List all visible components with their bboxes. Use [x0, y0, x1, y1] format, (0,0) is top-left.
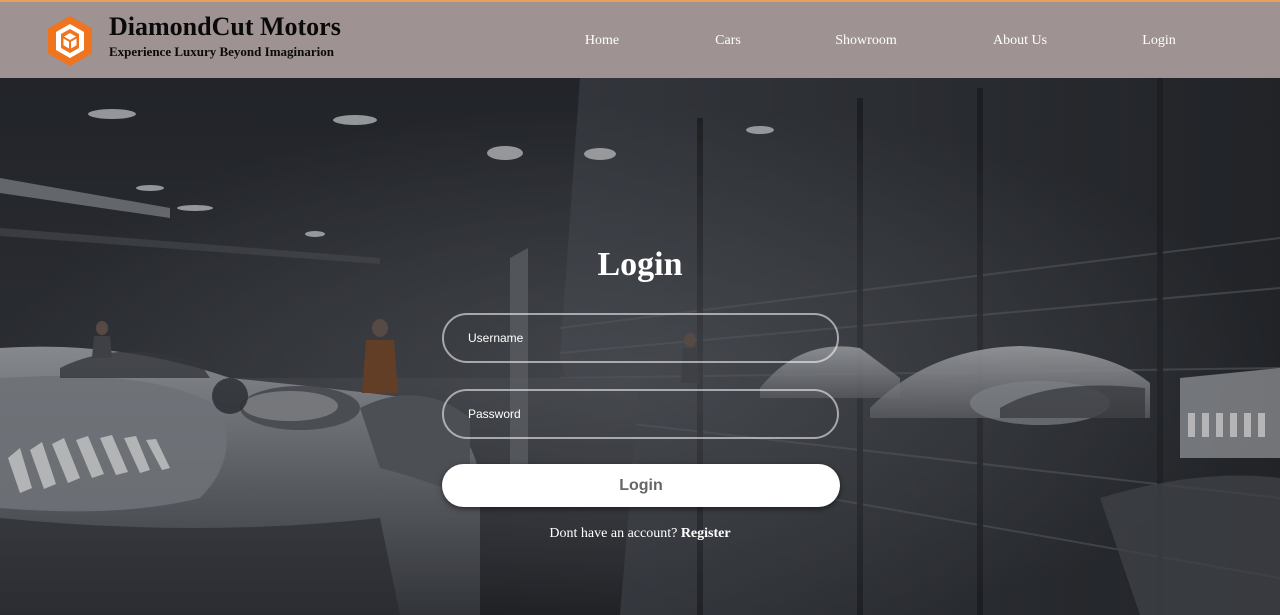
login-page: DiamondCut Motors Experience Luxury Beyo…	[0, 0, 1280, 615]
password-input[interactable]	[442, 389, 839, 439]
username-input[interactable]	[442, 313, 839, 363]
site-header: DiamondCut Motors Experience Luxury Beyo…	[0, 0, 1280, 78]
login-submit-button[interactable]: Login	[442, 464, 840, 507]
login-title: Login	[597, 246, 683, 283]
register-link[interactable]: Register	[681, 526, 731, 541]
nav-showroom-link[interactable]: Showroom	[835, 32, 896, 50]
register-prompt: Dont have an account? Register	[549, 525, 730, 543]
nav-about-us-link[interactable]: About Us	[993, 32, 1047, 50]
brand-tagline: Experience Luxury Beyond Imaginarion	[109, 44, 334, 59]
nav-login-link[interactable]: Login	[1142, 32, 1175, 50]
nav-cars-link[interactable]: Cars	[715, 32, 741, 50]
hexagon-cube-icon[interactable]	[46, 15, 94, 67]
brand-name: DiamondCut Motors	[109, 12, 341, 41]
register-prompt-text: Dont have an account?	[549, 526, 678, 541]
nav-home-link[interactable]: Home	[585, 32, 619, 50]
